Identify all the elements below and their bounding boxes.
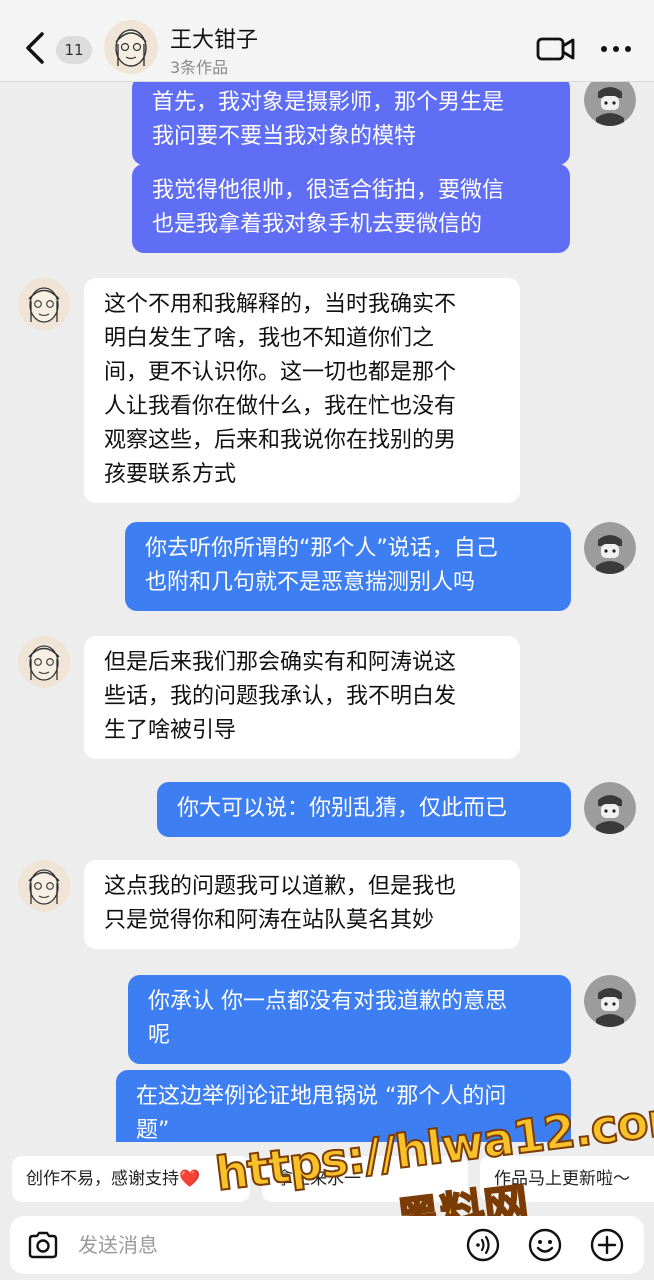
message-bubble-outgoing[interactable]: 首先，我对象是摄影师，那个男生是 我问要不要当我对象的模特 [132, 82, 570, 165]
message-bubble-outgoing[interactable]: 你去听你所谓的“那个人”说话，自己 也附和几句就不是恶意揣测别人吗 [125, 522, 571, 611]
back-arrow-icon[interactable] [20, 30, 50, 66]
message-input[interactable]: 发送消息 [78, 1216, 158, 1274]
self-avatar[interactable] [584, 975, 636, 1027]
contact-avatar[interactable] [104, 20, 158, 74]
contact-avatar[interactable] [18, 860, 70, 912]
message-list[interactable]: 首先，我对象是摄影师，那个男生是 我问要不要当我对象的模特 我觉得他很帅，很适合… [0, 82, 654, 1142]
voice-icon[interactable] [466, 1228, 500, 1262]
message-bubble-outgoing[interactable]: 你承认 你一点都没有对我道歉的意思 呢 [128, 975, 571, 1064]
unread-count-badge[interactable]: 11 [56, 36, 92, 64]
more-icon[interactable] [598, 34, 634, 64]
message-bubble-incoming[interactable]: 这个不用和我解释的，当时我确实不 明白发生了啥，我也不知道你们之 间，更不认识你… [84, 278, 520, 503]
contact-avatar[interactable] [18, 636, 70, 688]
video-call-icon[interactable] [536, 34, 576, 64]
contact-works-count[interactable]: 3条作品 [170, 54, 228, 78]
plus-icon[interactable] [590, 1228, 624, 1262]
self-avatar[interactable] [584, 522, 636, 574]
chat-header: 11 王大钳子 3条作品 [0, 0, 654, 82]
message-bubble-incoming[interactable]: 但是后来我们那会确实有和阿涛说这 些话，我的问题我承认，我不明白发 生了啥被引导 [84, 636, 520, 759]
self-avatar[interactable] [584, 782, 636, 834]
self-avatar[interactable] [584, 82, 636, 126]
message-bubble-outgoing[interactable]: 你大可以说：你别乱猜，仅此而已 [157, 782, 571, 837]
contact-name[interactable]: 王大钳子 [170, 22, 258, 54]
contact-avatar[interactable] [18, 278, 70, 330]
message-bubble-incoming[interactable]: 这点我的问题我可以道歉，但是我也 只是觉得你和阿涛在站队莫名其妙 [84, 860, 520, 949]
camera-icon[interactable] [26, 1228, 60, 1262]
message-input-bar: 发送消息 [10, 1216, 644, 1274]
emoji-icon[interactable] [528, 1228, 562, 1262]
message-bubble-outgoing[interactable]: 我觉得他很帅，很适合街拍，要微信 也是我拿着我对象手机去要微信的 [132, 164, 570, 253]
